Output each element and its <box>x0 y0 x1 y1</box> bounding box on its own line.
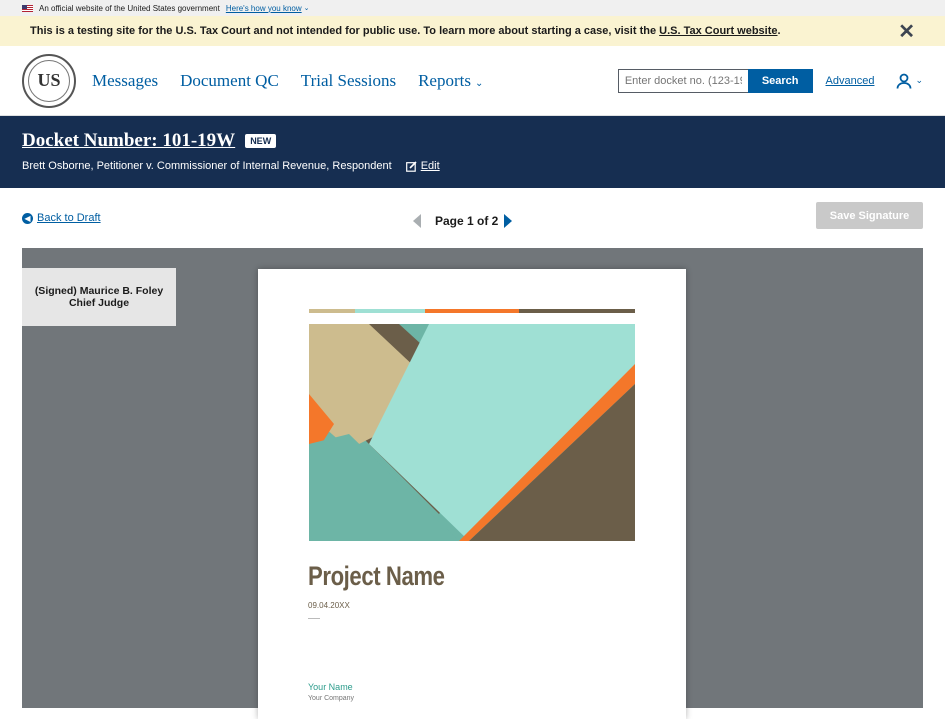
nav-reports-label: Reports <box>418 70 471 90</box>
signature-block[interactable]: (Signed) Maurice B. Foley Chief Judge <box>22 268 176 326</box>
next-page-icon[interactable] <box>504 214 513 228</box>
edit-caption-link[interactable]: Edit <box>405 160 440 172</box>
docket-header: Docket Number: 101-19W NEW Brett Osborne… <box>0 116 945 188</box>
chevron-down-icon[interactable]: ⌄ <box>304 4 310 12</box>
project-name-heading: Project Name <box>308 561 445 591</box>
docket-title-row: Docket Number: 101-19W NEW <box>22 130 923 152</box>
nav-reports[interactable]: Reports ⌄ <box>418 71 483 91</box>
nav-document-qc[interactable]: Document QC <box>180 71 279 91</box>
close-icon[interactable]: ✕ <box>898 19 915 44</box>
how-you-know-link[interactable]: Here's how you know <box>226 4 302 13</box>
search-button[interactable]: Search <box>747 68 813 93</box>
seal-text: US <box>37 70 61 90</box>
test-site-banner: This is a testing site for the U.S. Tax … <box>0 16 945 46</box>
docket-search-input[interactable] <box>617 68 748 93</box>
cover-artwork <box>309 324 635 541</box>
test-banner-suffix: . <box>777 25 781 37</box>
pdf-page[interactable]: Project Name 09.04.20XX Your Name Your C… <box>258 269 686 719</box>
user-icon <box>897 73 912 89</box>
signature-title: Chief Judge <box>68 297 130 309</box>
docket-search: Search <box>617 68 813 93</box>
tax-court-website-link[interactable]: U.S. Tax Court website <box>659 25 777 37</box>
back-to-draft-link[interactable]: ◀ Back to Draft <box>22 212 101 224</box>
color-bar-orange <box>425 309 519 313</box>
edit-icon <box>405 160 417 172</box>
case-caption: Brett Osborne, Petitioner v. Commissione… <box>22 160 392 172</box>
us-flag-icon <box>22 4 33 12</box>
gov-banner: An official website of the United States… <box>0 0 945 16</box>
color-bar <box>309 309 635 313</box>
user-menu[interactable]: ⌄ <box>896 73 923 89</box>
back-to-draft-label: Back to Draft <box>37 212 101 224</box>
project-date: 09.04.20XX <box>308 601 350 610</box>
pdf-viewer: (Signed) Maurice B. Foley Chief Judge Pr… <box>22 248 923 719</box>
page-navigation: Page 1 of 2 <box>413 214 513 228</box>
divider <box>308 618 320 619</box>
previous-page-icon[interactable] <box>413 214 421 228</box>
color-bar-brown <box>519 309 635 313</box>
nav-messages[interactable]: Messages <box>92 71 158 91</box>
author-name: Your Name <box>308 682 353 692</box>
gov-banner-text: An official website of the United States… <box>39 3 220 13</box>
color-bar-tan <box>309 309 355 313</box>
chevron-down-icon: ⌄ <box>474 77 484 89</box>
edit-label: Edit <box>420 160 440 172</box>
nav-trial-sessions[interactable]: Trial Sessions <box>301 71 396 91</box>
case-caption-row: Brett Osborne, Petitioner v. Commissione… <box>22 160 923 172</box>
signature-toolbar: ◀ Back to Draft Page 1 of 2 Save Signatu… <box>0 188 945 248</box>
docket-number-title[interactable]: Docket Number: 101-19W <box>22 130 235 152</box>
arrow-left-circle-icon: ◀ <box>22 212 33 224</box>
advanced-search-link[interactable]: Advanced <box>826 75 875 87</box>
main-header: US Messages Document QC Trial Sessions R… <box>0 46 945 116</box>
test-banner-message: This is a testing site for the U.S. Tax … <box>30 25 781 37</box>
geometric-cover-image <box>309 324 635 541</box>
author-company: Your Company <box>308 695 355 702</box>
page-indicator: Page 1 of 2 <box>435 214 499 228</box>
save-signature-button[interactable]: Save Signature <box>816 202 923 229</box>
test-banner-text: This is a testing site for the U.S. Tax … <box>30 25 657 37</box>
color-bar-mint <box>355 309 425 313</box>
signature-name: (Signed) Maurice B. Foley <box>34 285 164 297</box>
new-badge: NEW <box>245 134 277 148</box>
tax-court-seal-logo[interactable]: US <box>22 53 76 108</box>
chevron-down-icon: ⌄ <box>915 75 923 85</box>
